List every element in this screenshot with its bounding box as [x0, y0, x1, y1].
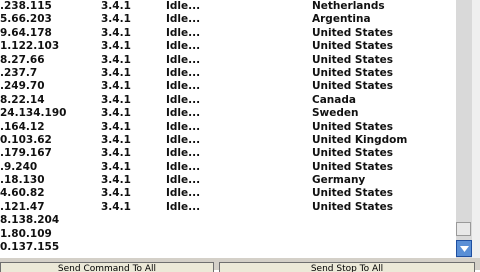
ip-cell: 5.66.203 [0, 13, 52, 26]
ip-cell: .121.47 [0, 200, 45, 213]
version-cell: 3.4.1 [101, 40, 131, 53]
ip-cell: .249.70 [0, 80, 45, 93]
list-row[interactable]: .18.130 3.4.1 Idle... Germany [0, 174, 456, 187]
version-cell: 3.4.1 [101, 80, 131, 93]
ip-cell: .164.12 [0, 120, 45, 133]
country-cell: United States [312, 66, 393, 79]
ip-cell: 8.22.14 [0, 93, 45, 106]
list-row[interactable]: .238.115 3.4.1 Idle... Netherlands [0, 0, 456, 13]
country-cell: United States [312, 120, 393, 133]
country-cell: Canada [312, 93, 356, 106]
status-cell: Idle... [166, 187, 201, 200]
status-cell: Idle... [166, 174, 201, 187]
list-row[interactable]: .121.47 3.4.1 Idle... United States [0, 201, 456, 214]
status-cell: Idle... [166, 40, 201, 53]
vertical-scrollbar[interactable] [456, 0, 472, 258]
version-cell: 3.4.1 [101, 26, 131, 39]
list-row[interactable]: 24.134.190 3.4.1 Idle... Sweden [0, 107, 456, 120]
status-cell: Idle... [166, 120, 201, 133]
version-cell: 3.4.1 [101, 200, 131, 213]
ip-cell: 4.60.82 [0, 187, 45, 200]
ip-cell: .179.167 [0, 147, 52, 160]
country-cell: United States [312, 160, 393, 173]
list-row[interactable]: 0.103.62 3.4.1 Idle... United Kingdom [0, 134, 456, 147]
list-row[interactable]: 0.137.155 [0, 241, 456, 254]
ip-cell: 0.137.155 [0, 241, 60, 254]
scroll-down-button[interactable] [456, 240, 472, 257]
ip-cell: 1.80.109 [0, 227, 52, 240]
country-cell: Sweden [312, 107, 359, 120]
status-cell: Idle... [166, 93, 201, 106]
country-cell: United States [312, 147, 393, 160]
list-row[interactable]: 4.60.82 3.4.1 Idle... United States [0, 187, 456, 200]
ip-cell: 24.134.190 [0, 107, 67, 120]
version-cell: 3.4.1 [101, 187, 131, 200]
ip-cell: .237.7 [0, 66, 38, 79]
scroll-thumb[interactable] [456, 222, 471, 236]
ip-cell: 8.27.66 [0, 53, 45, 66]
send-command-all-button[interactable]: Send Command To All [0, 262, 214, 272]
list-row[interactable]: 5.66.203 3.4.1 Idle... Argentina [0, 13, 456, 26]
version-cell: 3.4.1 [101, 160, 131, 173]
window-edge [472, 0, 480, 258]
list-row[interactable]: 9.64.178 3.4.1 Idle... United States [0, 27, 456, 40]
ip-cell: 1.122.103 [0, 40, 60, 53]
country-cell: United States [312, 26, 393, 39]
list-row[interactable]: .237.7 3.4.1 Idle... United States [0, 67, 456, 80]
ip-cell: .18.130 [0, 174, 45, 187]
chevron-down-icon [460, 246, 469, 252]
version-cell: 3.4.1 [101, 174, 131, 187]
status-cell: Idle... [166, 107, 201, 120]
list-row[interactable]: .179.167 3.4.1 Idle... United States [0, 147, 456, 160]
country-cell: Argentina [312, 13, 371, 26]
version-cell: 3.4.1 [101, 13, 131, 26]
version-cell: 3.4.1 [101, 133, 131, 146]
status-cell: Idle... [166, 53, 201, 66]
country-cell: United States [312, 53, 393, 66]
list-row[interactable]: 8.27.66 3.4.1 Idle... United States [0, 54, 456, 67]
country-cell: United Kingdom [312, 133, 408, 146]
country-cell: United States [312, 200, 393, 213]
ip-cell: 8.138.204 [0, 214, 60, 227]
ip-cell: 9.64.178 [0, 26, 52, 39]
country-cell: United States [312, 80, 393, 93]
version-cell: 3.4.1 [101, 66, 131, 79]
status-cell: Idle... [166, 80, 201, 93]
version-cell: 3.4.1 [101, 107, 131, 120]
country-cell: Netherlands [312, 0, 385, 12]
country-cell: United States [312, 40, 393, 53]
version-cell: 3.4.1 [101, 147, 131, 160]
send-stop-all-button[interactable]: Send Stop To All [219, 262, 475, 272]
list-row[interactable]: .164.12 3.4.1 Idle... United States [0, 121, 456, 134]
status-cell: Idle... [166, 160, 201, 173]
ip-cell: .9.240 [0, 160, 38, 173]
ip-cell: .238.115 [0, 0, 52, 12]
version-cell: 3.4.1 [101, 120, 131, 133]
list-row[interactable]: 8.138.204 [0, 214, 456, 227]
list-row[interactable]: 1.80.109 [0, 228, 456, 241]
version-cell: 3.4.1 [101, 93, 131, 106]
country-cell: United States [312, 187, 393, 200]
list-row[interactable]: 1.122.103 3.4.1 Idle... United States [0, 40, 456, 53]
ip-cell: 0.103.62 [0, 133, 52, 146]
version-cell: 3.4.1 [101, 0, 131, 12]
status-cell: Idle... [166, 26, 201, 39]
status-cell: Idle... [166, 66, 201, 79]
status-cell: Idle... [166, 13, 201, 26]
list-row[interactable]: .9.240 3.4.1 Idle... United States [0, 161, 456, 174]
client-list[interactable]: .238.115 3.4.1 Idle... Netherlands 5.66.203… [0, 0, 456, 258]
country-cell: Germany [312, 174, 366, 187]
status-cell: Idle... [166, 133, 201, 146]
status-cell: Idle... [166, 0, 201, 12]
list-row[interactable]: .249.70 3.4.1 Idle... United States [0, 80, 456, 93]
version-cell: 3.4.1 [101, 53, 131, 66]
list-row[interactable]: 8.22.14 3.4.1 Idle... Canada [0, 94, 456, 107]
status-cell: Idle... [166, 200, 201, 213]
status-cell: Idle... [166, 147, 201, 160]
